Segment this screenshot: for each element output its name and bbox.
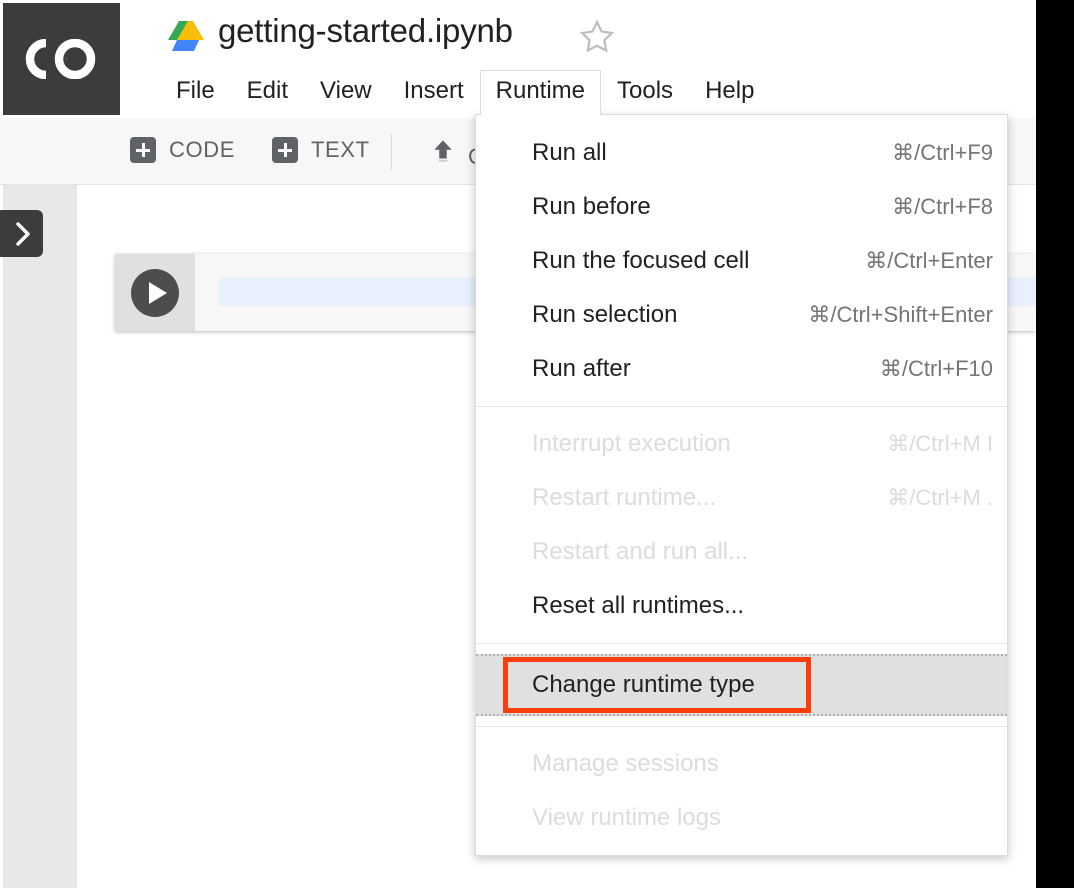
menu-runtime[interactable]: Runtime [480, 70, 601, 115]
menu-separator [476, 726, 1007, 727]
menu-item-view-runtime-logs: View runtime logs [476, 791, 1007, 845]
menu-insert[interactable]: Insert [388, 70, 480, 114]
add-text-label: TEXT [311, 137, 370, 163]
colab-app-window: getting-started.ipynb File Edit View Ins… [0, 0, 1036, 888]
menu-item-run-the-focused-cell[interactable]: Run the focused cell ⌘/Ctrl+Enter [476, 234, 1007, 288]
play-circle-icon[interactable] [129, 267, 181, 319]
menu-item-change-runtime-type[interactable]: Change runtime type [476, 654, 1007, 716]
menu-item-shortcut: ⌘/Ctrl+M . [869, 485, 993, 511]
toolbar-divider [391, 134, 392, 170]
menu-item-run-after[interactable]: Run after ⌘/Ctrl+F10 [476, 342, 1007, 396]
menu-item-run-selection[interactable]: Run selection ⌘/Ctrl+Shift+Enter [476, 288, 1007, 342]
add-code-cell-button[interactable]: CODE [130, 137, 235, 163]
menu-item-label: Manage sessions [532, 750, 719, 778]
menu-separator [476, 406, 1007, 407]
menu-item-label: Change runtime type [532, 671, 755, 699]
menu-item-label: Restart runtime... [532, 484, 716, 512]
left-sidebar-rail [3, 185, 77, 888]
menu-item-shortcut: ⌘/Ctrl+Enter [847, 248, 993, 274]
star-outline-icon[interactable] [578, 18, 616, 56]
menu-separator [476, 643, 1007, 644]
menu-view[interactable]: View [304, 70, 388, 114]
menu-item-label: Run before [532, 193, 651, 221]
menu-edit[interactable]: Edit [231, 70, 304, 114]
colab-logo[interactable] [3, 3, 120, 115]
menu-item-label: Run after [532, 355, 631, 383]
google-drive-icon [168, 18, 208, 54]
menu-item-run-all[interactable]: Run all ⌘/Ctrl+F9 [476, 126, 1007, 180]
menu-item-shortcut: ⌘/Ctrl+M I [869, 431, 993, 457]
app-header: getting-started.ipynb File Edit View Ins… [0, 0, 1036, 118]
menu-item-label: Run selection [532, 301, 677, 329]
menu-item-label: Interrupt execution [532, 430, 731, 458]
menu-item-label: Run the focused cell [532, 247, 749, 275]
menu-tools[interactable]: Tools [601, 70, 689, 114]
menu-item-label: Reset all runtimes... [532, 592, 744, 620]
menu-item-reset-all-runtimes[interactable]: Reset all runtimes... [476, 579, 1007, 633]
menu-item-manage-sessions: Manage sessions [476, 737, 1007, 791]
menu-item-label: Restart and run all... [532, 538, 748, 566]
menu-bar: File Edit View Insert Runtime Tools Help [160, 70, 770, 114]
add-text-cell-button[interactable]: TEXT [272, 137, 370, 163]
menu-item-restart-runtime: Restart runtime... ⌘/Ctrl+M . [476, 471, 1007, 525]
menu-item-shortcut: ⌘/Ctrl+F9 [874, 140, 993, 166]
colab-logo-glyph [25, 39, 99, 79]
menu-item-label: Run all [532, 139, 607, 167]
upload-arrow-icon[interactable] [428, 136, 458, 166]
menu-item-label: View runtime logs [532, 804, 721, 832]
menu-item-shortcut: ⌘/Ctrl+F10 [862, 356, 993, 382]
menu-file[interactable]: File [160, 70, 231, 114]
add-code-label: CODE [169, 137, 235, 163]
sidebar-toggle-button[interactable] [0, 210, 43, 257]
plus-icon [272, 137, 298, 163]
menu-item-shortcut: ⌘/Ctrl+Shift+Enter [790, 302, 993, 328]
chevron-right-icon [13, 221, 33, 247]
menu-item-run-before[interactable]: Run before ⌘/Ctrl+F8 [476, 180, 1007, 234]
page-title[interactable]: getting-started.ipynb [218, 12, 513, 50]
cell-run-gutter[interactable] [115, 254, 195, 331]
plus-icon [130, 137, 156, 163]
menu-item-restart-and-run-all: Restart and run all... [476, 525, 1007, 579]
runtime-dropdown-menu: Run all ⌘/Ctrl+F9 Run before ⌘/Ctrl+F8 R… [475, 114, 1008, 856]
menu-item-shortcut: ⌘/Ctrl+F8 [874, 194, 993, 220]
menu-help[interactable]: Help [689, 70, 770, 114]
menu-item-interrupt-execution: Interrupt execution ⌘/Ctrl+M I [476, 417, 1007, 471]
